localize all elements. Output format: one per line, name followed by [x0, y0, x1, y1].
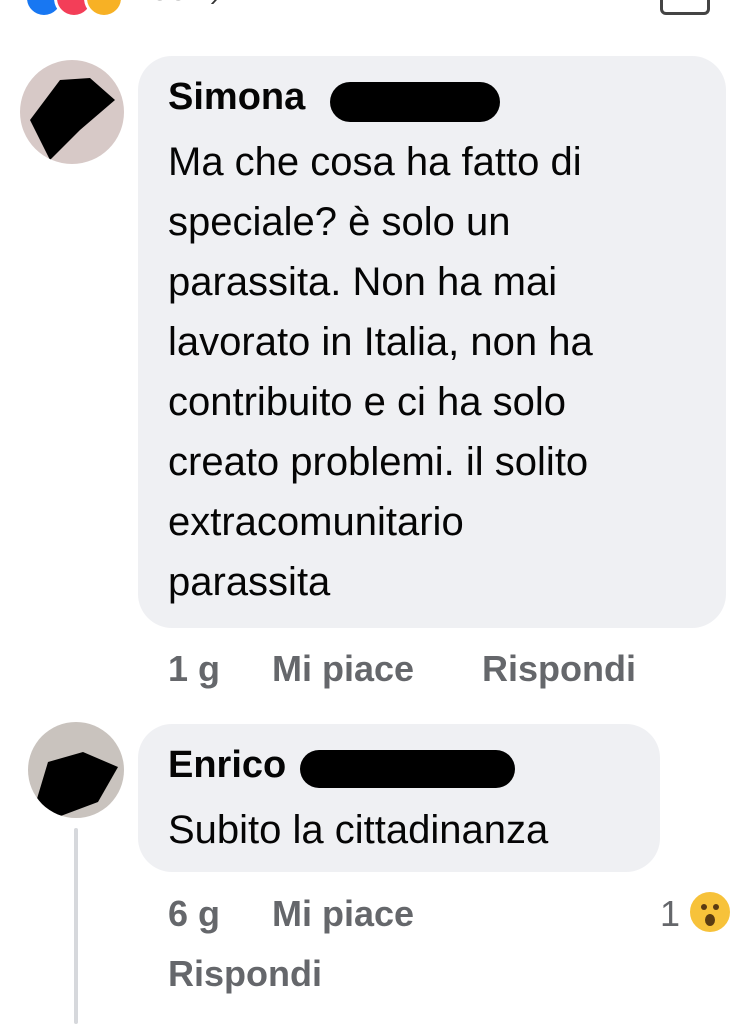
- avatar[interactable]: [28, 722, 124, 818]
- reaction-count: 65: [150, 0, 188, 9]
- reply-button[interactable]: Rispondi: [482, 648, 636, 690]
- avatar-redaction: [30, 78, 115, 160]
- like-button[interactable]: Mi piace: [272, 893, 414, 935]
- avatar[interactable]: [20, 60, 124, 164]
- comment-text: Subito la cittadinanza: [168, 808, 549, 852]
- reply-thread-line: [74, 828, 78, 1024]
- comment-author[interactable]: Enrico: [168, 744, 286, 787]
- top-reactions[interactable]: [24, 0, 274, 18]
- haha-reaction-icon: [84, 0, 124, 18]
- comment-time[interactable]: 1 g: [168, 648, 220, 690]
- comment-text: Ma che cosa ha fatto di speciale? è solo…: [168, 140, 593, 604]
- comment-time[interactable]: 6 g: [168, 893, 220, 935]
- chevron-right-icon[interactable]: ›: [210, 0, 219, 13]
- wow-emoji-icon[interactable]: [688, 890, 732, 934]
- name-redaction: [330, 82, 500, 122]
- reply-icon[interactable]: [660, 0, 710, 15]
- reply-button[interactable]: Rispondi: [168, 953, 322, 995]
- like-button[interactable]: Mi piace: [272, 648, 414, 690]
- name-redaction: [300, 750, 515, 788]
- comment-author[interactable]: Simona: [168, 76, 305, 119]
- avatar-redaction: [36, 752, 118, 817]
- reaction-count[interactable]: 1: [660, 893, 680, 935]
